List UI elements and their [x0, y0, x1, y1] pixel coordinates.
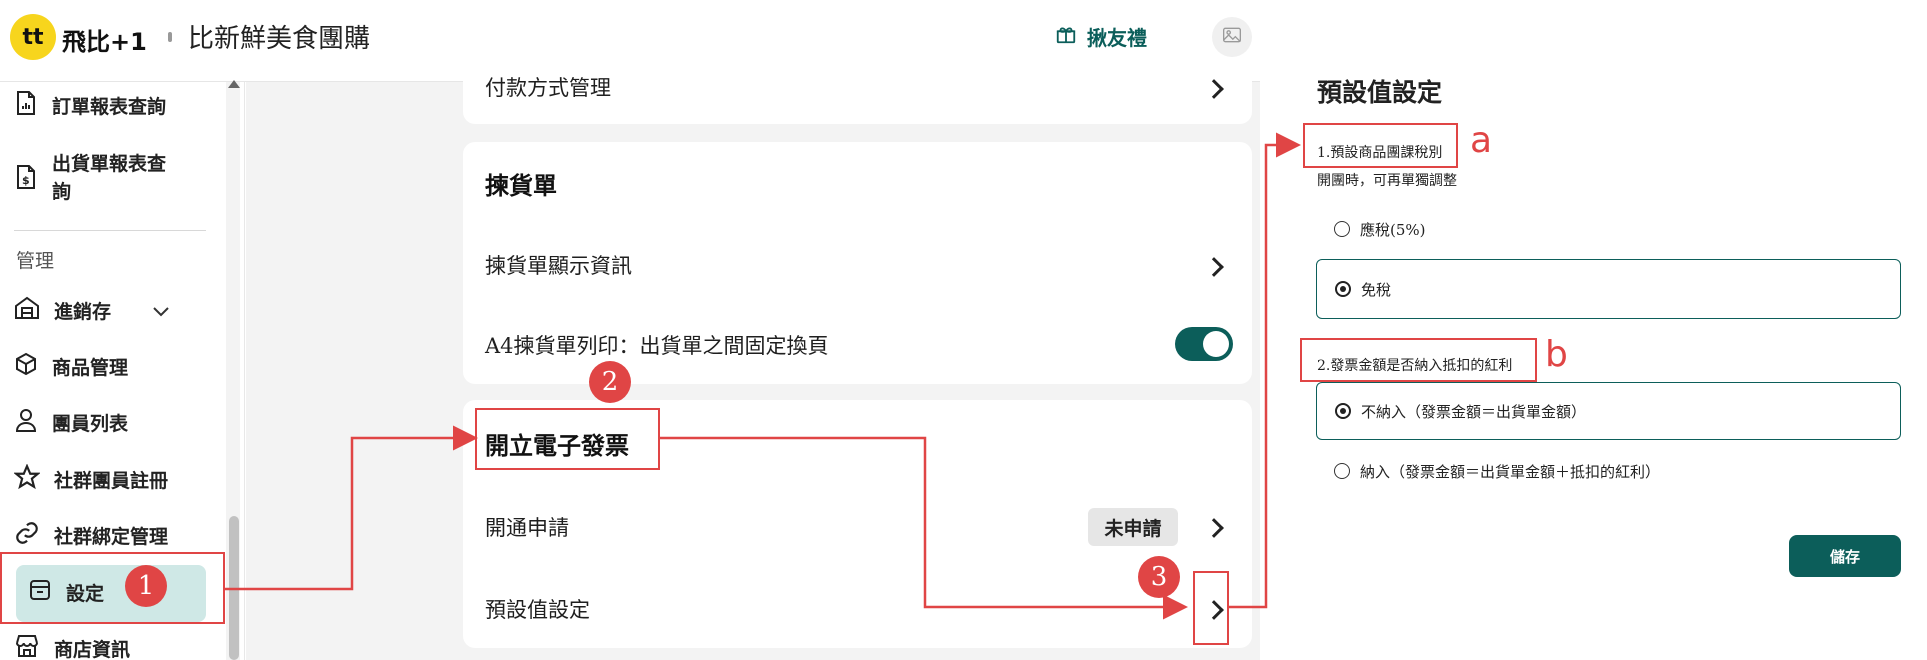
annotation-letter-a: a	[1470, 120, 1493, 161]
annotation-arrows	[225, 132, 1301, 620]
step-2-marker: 2	[589, 361, 631, 403]
step-3-marker: 3	[1138, 556, 1180, 598]
annotation-box-bonus-label	[1300, 338, 1537, 382]
annotation-box-settings	[0, 552, 225, 624]
step-1-marker: 1	[125, 565, 167, 607]
annotation-box-defaults-chevron	[1193, 571, 1229, 645]
annotation-box-invoice-title	[475, 408, 660, 470]
annotation-letter-b: b	[1545, 334, 1568, 375]
annotation-box-tax-label	[1303, 123, 1458, 168]
